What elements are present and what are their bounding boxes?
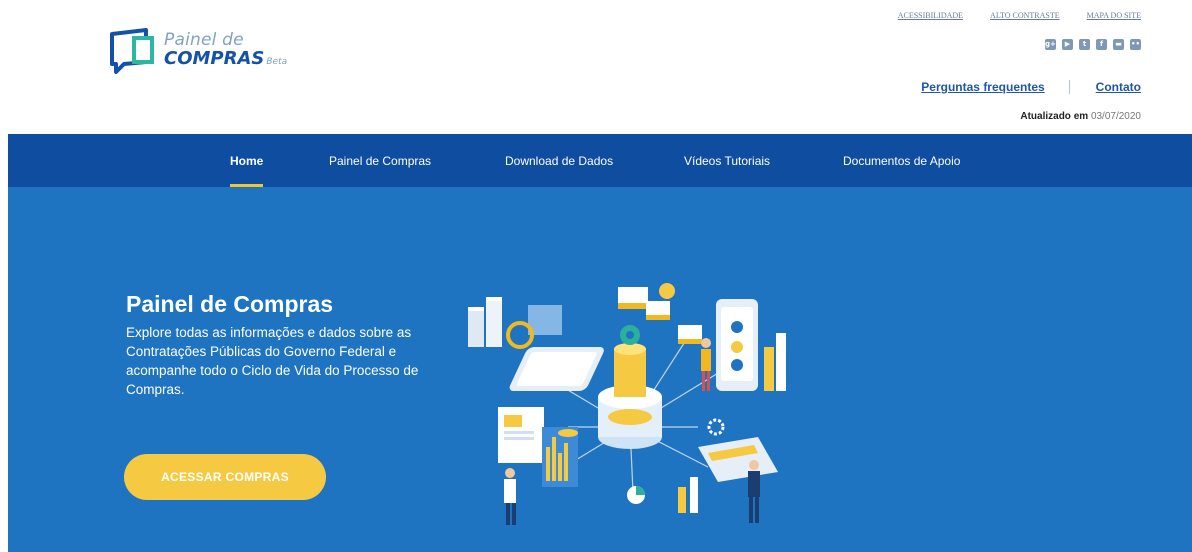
hero-title: Painel de Compras xyxy=(126,291,334,317)
utility-links: ACESSIBILIDADE ALTO CONTRASTE MAPA DO SI… xyxy=(898,11,1141,20)
nav-item-documentos-de-apoio[interactable]: Documentos de Apoio xyxy=(843,134,960,187)
logo-title-line1: Painel de xyxy=(164,30,244,50)
hero-description: Explore todas as informações e dados sob… xyxy=(126,325,419,397)
social-links: g+ ▶ t f ▬ •• xyxy=(1045,39,1141,50)
site-header: Painel de COMPRAS Beta ACESSIBILIDADE ALT… xyxy=(0,0,1192,134)
accessibility-link[interactable]: ACESSIBILIDADE xyxy=(898,11,963,20)
nav-item-videos-tutoriais[interactable]: Vídeos Tutoriais xyxy=(684,134,770,187)
help-links: Perguntas frequentes Contato xyxy=(921,80,1141,94)
logo-title-line2: COMPRAS Beta xyxy=(164,48,288,69)
last-updated: Atualizado em 03/07/2020 xyxy=(1020,111,1141,122)
nav-item-download-de-dados[interactable]: Download de Dados xyxy=(505,134,613,187)
high-contrast-link[interactable]: ALTO CONTRASTE xyxy=(990,11,1060,20)
google-plus-icon[interactable]: g+ xyxy=(1045,39,1056,50)
facebook-icon[interactable]: f xyxy=(1096,39,1107,50)
beta-badge: Beta xyxy=(266,57,288,67)
last-updated-date: 03/07/2020 xyxy=(1090,111,1141,122)
hero-banner: Painel de Compras Explore todas as infor… xyxy=(8,187,1192,552)
access-purchases-button[interactable]: ACESSAR COMPRAS xyxy=(124,454,326,500)
nav-item-painel-de-compras[interactable]: Painel de Compras xyxy=(329,134,431,187)
twitter-icon[interactable]: t xyxy=(1079,39,1090,50)
logo-icon xyxy=(110,28,154,74)
sitemap-link[interactable]: MAPA DO SITE xyxy=(1087,11,1141,20)
last-updated-label: Atualizado em xyxy=(1020,111,1089,122)
faq-link[interactable]: Perguntas frequentes xyxy=(921,80,1044,94)
main-nav: Home Painel de Compras Download de Dados… xyxy=(8,134,1192,187)
youtube-icon[interactable]: ▶ xyxy=(1062,39,1073,50)
slideshare-icon[interactable]: ▬ xyxy=(1113,39,1124,50)
nav-item-home[interactable]: Home xyxy=(230,134,264,187)
divider xyxy=(1068,80,1070,94)
hero-illustration xyxy=(468,283,786,525)
site-logo[interactable]: Painel de COMPRAS Beta xyxy=(108,26,287,74)
contact-link[interactable]: Contato xyxy=(1096,80,1141,94)
flickr-icon[interactable]: •• xyxy=(1130,39,1141,50)
